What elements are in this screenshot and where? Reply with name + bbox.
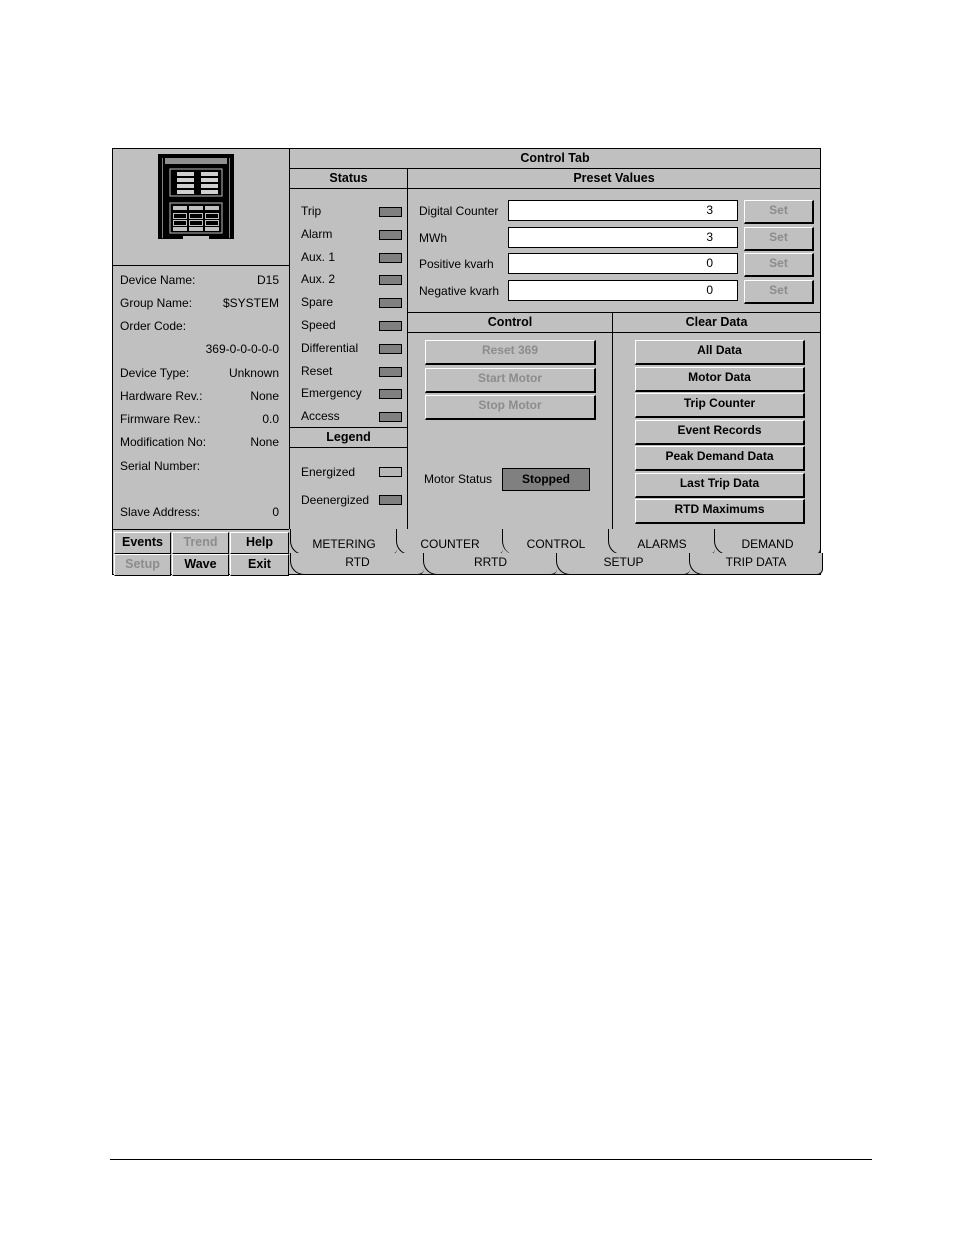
status-label-speed: Speed (301, 318, 336, 332)
tab-metering[interactable]: METERING (290, 529, 397, 555)
control-start-motor-button[interactable]: Start Motor (425, 367, 596, 393)
clear-peak-demand-data-button[interactable]: Peak Demand Data (635, 446, 805, 471)
nav-setup-button[interactable]: Setup (114, 554, 171, 576)
status-led-differential (379, 343, 402, 354)
legend-swatch-energized (379, 467, 402, 477)
status-led-alarm (379, 229, 402, 240)
status-led-aux-2 (379, 275, 402, 286)
motor-status-label: Motor Status (424, 472, 493, 486)
device-field-value-group-name: $SYSTEM (222, 296, 279, 310)
motor-status-indicator: Stopped (502, 468, 590, 491)
clear-event-records-button[interactable]: Event Records (635, 419, 805, 445)
status-label-differential: Differential (301, 340, 359, 355)
device-field-value-order-code-value: 369-0-0-0-0-0 (205, 342, 279, 356)
status-label-spare: Spare (301, 295, 334, 310)
clear-all-data-button[interactable]: All Data (635, 340, 805, 365)
device-field-label-hardware-rev: Hardware Rev.: (120, 389, 203, 403)
status-header: Status (290, 169, 407, 189)
preset-set-button-negative-kvarh[interactable]: Set (744, 279, 814, 304)
status-led-speed (379, 321, 402, 331)
window-title: Control Tab (290, 149, 820, 169)
status-led-aux-1 (379, 252, 402, 263)
tab-trip-data[interactable]: TRIP DATA (689, 553, 823, 575)
device-field-label-order-code: Order Code: (120, 319, 187, 333)
device-field-value-device-type: Unknown (228, 366, 279, 380)
clear-data-header: Clear Data (613, 313, 820, 333)
control-stop-motor-button[interactable]: Stop Motor (425, 395, 596, 420)
relay-device-icon (158, 154, 234, 239)
preset-input-mwh[interactable]: 3 (508, 226, 738, 248)
nav-trend-button[interactable]: Trend (172, 532, 229, 554)
tab-counter[interactable]: COUNTER (396, 529, 503, 555)
device-field-value-slave-address: 0 (272, 505, 279, 519)
preset-set-button-positive-kvarh[interactable]: Set (744, 253, 814, 277)
preset-input-negative-kvarh[interactable]: 0 (508, 279, 738, 301)
preset-set-button-mwh[interactable]: Set (744, 226, 814, 251)
tab-demand[interactable]: DEMAND (714, 529, 821, 555)
tab-control[interactable]: CONTROL (502, 529, 609, 555)
device-field-label-modification-no: Modification No: (120, 435, 207, 449)
status-label-aux-1: Aux. 1 (301, 249, 336, 264)
status-label-access: Access (301, 409, 340, 424)
nav-events-button[interactable]: Events (114, 532, 171, 554)
nav-help-button[interactable]: Help (230, 532, 289, 554)
preset-input-positive-kvarh[interactable]: 0 (508, 253, 738, 274)
device-field-label-firmware-rev: Firmware Rev.: (120, 412, 201, 426)
clear-motor-data-button[interactable]: Motor Data (635, 366, 805, 392)
device-field-label-device-name: Device Name: (120, 273, 196, 287)
nav-exit-button[interactable]: Exit (230, 554, 289, 576)
status-led-reset (379, 366, 402, 377)
device-field-value-modification-no: None (250, 435, 279, 449)
legend-label-energized: Energized (301, 465, 356, 479)
preset-input-digital-counter[interactable]: 3 (508, 200, 738, 221)
preset-label-negative-kvarh: Negative kvarh (419, 283, 500, 298)
relay-control-window: Device Name: D15 Group Name: $SYSTEM Order C… (112, 148, 823, 576)
status-led-trip (379, 207, 402, 217)
preset-values-header: Preset Values (408, 169, 820, 189)
status-label-alarm: Alarm (301, 226, 333, 241)
status-label-emergency: Emergency (301, 386, 362, 401)
page-footer-rule (110, 1159, 872, 1160)
preset-label-mwh: MWh (419, 230, 447, 245)
clear-rtd-maximums-button[interactable]: RTD Maximums (635, 499, 805, 524)
preset-label-digital-counter: Digital Counter (419, 204, 499, 218)
device-field-label-device-type: Device Type: (120, 366, 190, 380)
status-label-reset: Reset (301, 363, 333, 378)
preset-label-positive-kvarh: Positive kvarh (419, 257, 494, 271)
legend-label-deenergized: Deenergized (301, 493, 370, 507)
preset-set-button-digital-counter[interactable]: Set (744, 200, 814, 224)
tab-rrtd[interactable]: RRTD (423, 553, 557, 575)
legend-swatch-deenergized (379, 495, 402, 505)
control-header: Control (408, 313, 612, 333)
status-label-trip: Trip (301, 204, 322, 218)
status-label-aux-2: Aux. 2 (301, 272, 336, 287)
status-led-spare (379, 298, 402, 309)
device-field-label-slave-address: Slave Address: (120, 505, 201, 519)
control-reset-369-button[interactable]: Reset 369 (425, 340, 596, 365)
nav-wave-button[interactable]: Wave (172, 554, 229, 576)
clear-last-trip-data-button[interactable]: Last Trip Data (635, 472, 805, 498)
tab-setup[interactable]: SETUP (556, 553, 690, 575)
status-led-emergency (379, 389, 402, 400)
device-field-value-device-name: D15 (256, 273, 279, 287)
status-led-access (379, 412, 402, 423)
device-field-label-group-name: Group Name: (120, 296, 193, 310)
tab-rtd[interactable]: RTD (290, 553, 424, 575)
tab-alarms[interactable]: ALARMS (608, 529, 715, 555)
clear-trip-counter-button[interactable]: Trip Counter (635, 393, 805, 418)
device-field-label-serial-number: Serial Number: (120, 459, 201, 473)
legend-header: Legend (290, 428, 407, 448)
device-image (157, 153, 235, 240)
device-field-value-firmware-rev: 0.0 (262, 412, 279, 426)
device-field-value-hardware-rev: None (250, 389, 279, 403)
